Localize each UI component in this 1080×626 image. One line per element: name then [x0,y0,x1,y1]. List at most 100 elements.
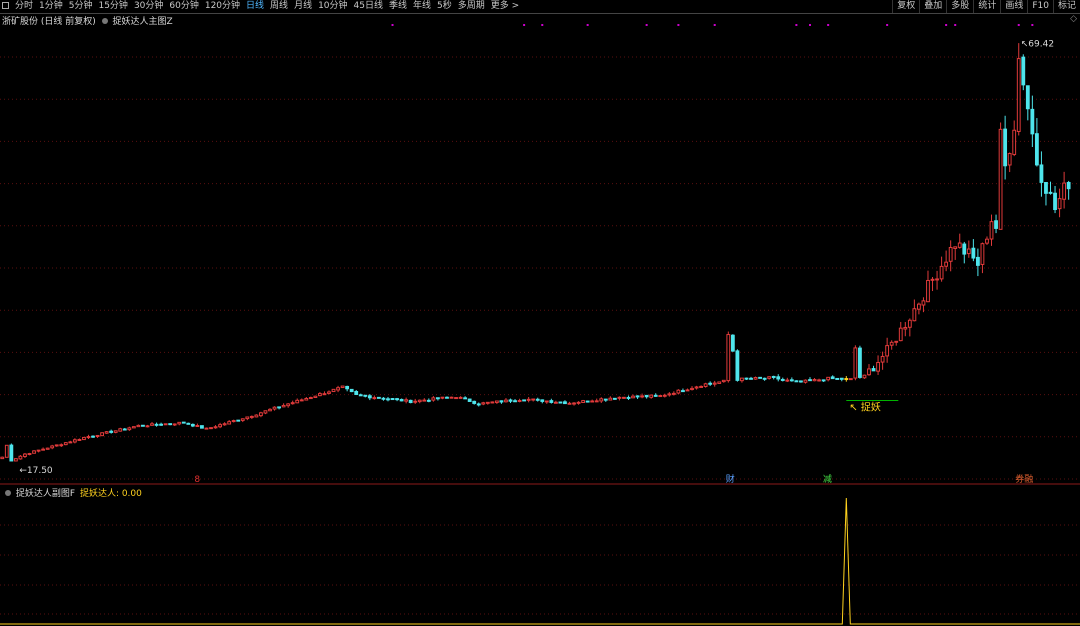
event-marker[interactable]: 财 [726,473,735,485]
event-marker[interactable]: 减 [823,473,832,485]
signal-dot [945,24,948,26]
candle-body [794,380,799,383]
candle-body [803,379,808,383]
candle-body [41,448,46,451]
candle-body [485,401,490,404]
candle-body [862,374,867,379]
candle-body [681,390,685,393]
candle-body [603,398,608,401]
candle-body [163,423,168,426]
candle-body [762,377,767,380]
candle-body [994,220,998,229]
candle-body [449,396,454,399]
candle-body [635,395,640,398]
candle-body [667,393,672,396]
candle-body [821,379,826,382]
candle-body [649,394,654,398]
high-price-label: ↖69.42 [1021,40,1054,50]
candle-body [367,395,372,399]
candle-body [0,456,5,460]
candle-body [789,379,794,382]
candle-body [1044,182,1048,194]
candle-body [277,406,281,409]
candle-body [91,435,95,438]
candle-body [744,377,749,380]
signal-dot [713,24,716,26]
candle-body [531,398,536,401]
candle-body [131,426,136,429]
candle-body [612,397,617,400]
candle-body [544,400,549,403]
candle-body [540,399,545,402]
candle-body [227,421,232,425]
candle-body [599,398,604,402]
candle-body [150,423,154,426]
main-indicator-name[interactable]: 捉妖达人主图Z [113,17,173,27]
candle-body [513,400,517,403]
candle-body [1062,182,1067,200]
diamond-icon[interactable]: ◇ [1070,14,1077,24]
candle-body [381,397,386,400]
candle-body [608,397,613,401]
candle-body [853,347,858,379]
candle-body [77,438,82,441]
candle-body [195,425,200,428]
candle-body [1030,108,1035,135]
candle-body [567,402,572,405]
candle-body [127,427,132,431]
candle-body [13,458,18,462]
candle-body [631,395,635,399]
candle-body [404,399,409,402]
candle-body [907,319,912,328]
candle-body [585,400,590,403]
signal-dot [523,24,526,26]
candle-body [858,347,862,378]
candle-body [563,401,567,405]
candle-body [1021,56,1026,86]
candle-body [944,261,949,267]
candle-body [740,377,744,382]
stock-name: 浙矿股份 [2,17,39,27]
candle-body [957,242,962,248]
candle-body [440,396,445,399]
candle-body [458,396,463,399]
candle-body [413,400,418,403]
candle-body [231,420,236,423]
candle-body [572,402,576,405]
candle-body [1057,198,1062,210]
candle-body [735,350,740,381]
candle-body [100,432,105,437]
candle-body [966,248,971,255]
candle-body [771,375,776,378]
candle-body [113,430,118,433]
candle-body [671,392,676,395]
candle-body [490,401,495,404]
main-panel-header: 浙矿股份 (日线 前复权) 捉妖达人主图Z [2,14,173,27]
candle-body [494,400,499,403]
candle-body [222,423,227,426]
candle-body [898,327,903,342]
candle-body [386,398,390,401]
candle-body [553,401,558,404]
candle-body [422,399,427,402]
event-marker[interactable]: 券融 [1015,473,1033,485]
sub-indicator-name[interactable]: 捉妖达人副图F [16,489,75,499]
candle-body [867,368,871,376]
candle-body [753,377,758,380]
candle-body [358,394,363,397]
candle-body [141,424,145,427]
candle-body [240,418,245,421]
sub-panel-header: 捉妖达人副图F 捉妖达人: 0.00 [2,486,142,499]
candle-body [245,416,250,420]
indicator-settings-icon[interactable] [101,18,108,24]
candle-body [658,395,663,398]
event-marker[interactable]: 8 [194,475,200,485]
candle-body [1034,133,1039,166]
candle-body [617,396,622,399]
candle-body [653,394,658,397]
candle-body [549,400,554,403]
sub-indicator-settings-icon[interactable] [5,490,11,496]
kline-chart: ↖ 捉妖 ↖69.42 ←17.50 8 财 减 券融 [0,24,1080,625]
signal-dot [541,24,544,26]
candle-body [476,403,481,406]
